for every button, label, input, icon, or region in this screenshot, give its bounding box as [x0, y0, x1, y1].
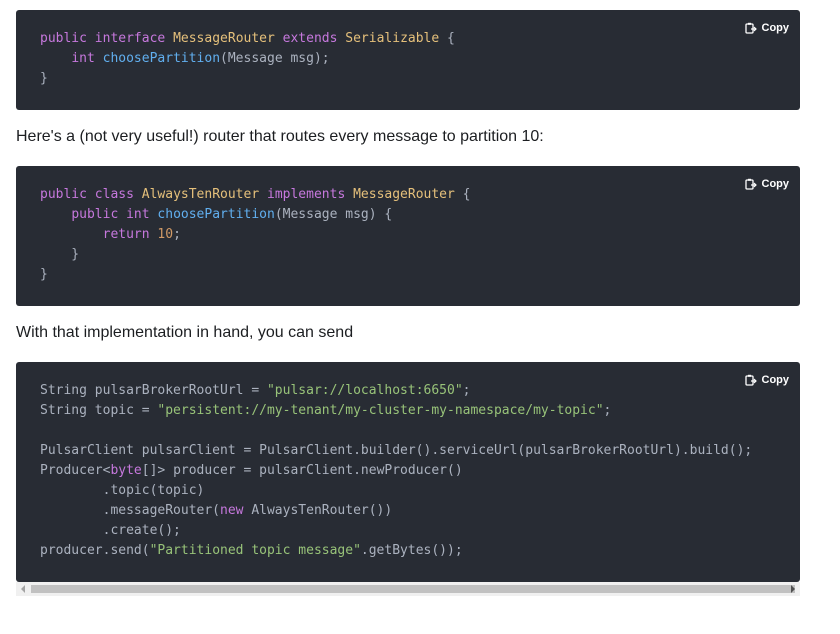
code-token: int	[126, 207, 158, 222]
code-token: }	[40, 71, 48, 86]
scroll-left-arrow-icon[interactable]	[16, 582, 30, 596]
code-token: }	[40, 267, 48, 282]
code-token: int	[71, 51, 103, 66]
code-token: "persistent://my-tenant/my-cluster-my-na…	[157, 403, 604, 418]
code-line: public int choosePartition(Message msg) …	[40, 207, 392, 222]
code-line: int choosePartition(Message msg);	[40, 51, 330, 66]
clipboard-copy-icon	[744, 22, 757, 34]
code-line: public interface MessageRouter extends S…	[40, 31, 455, 46]
code-token: Producer<	[40, 463, 111, 478]
code-token: String topic =	[40, 403, 158, 418]
code-token: (Message msg);	[220, 51, 330, 66]
code-token: }	[40, 247, 80, 262]
code-token: AlwaysTenRouter	[141, 187, 267, 202]
code-token: implements	[267, 187, 354, 202]
code-line: Producer<byte[]> producer = pulsarClient…	[40, 463, 463, 478]
code-token: .create();	[40, 523, 181, 538]
code-block-message-router-interface: Copy public interface MessageRouter exte…	[16, 10, 800, 110]
code-token: .messageRouter(	[40, 503, 221, 518]
code-token: []> producer = pulsarClient.newProducer(…	[141, 463, 463, 478]
code-token: class	[94, 187, 142, 202]
code-token: ;	[603, 403, 612, 418]
copy-button[interactable]: Copy	[744, 374, 790, 386]
code-token: choosePartition	[102, 51, 221, 66]
code-token: return	[102, 227, 158, 242]
code-token: public	[40, 187, 95, 202]
code-token: choosePartition	[157, 207, 275, 222]
code-line: .messageRouter(new AlwaysTenRouter())	[40, 503, 393, 518]
copy-label: Copy	[761, 374, 790, 386]
scroll-right-arrow-icon[interactable]	[786, 582, 800, 596]
code-token: .topic(topic)	[40, 483, 205, 498]
code-token: interface	[94, 31, 174, 46]
clipboard-copy-icon	[744, 374, 757, 386]
horizontal-scrollbar[interactable]	[16, 582, 800, 596]
code-content: String pulsarBrokerRootUrl = "pulsar://l…	[16, 362, 800, 561]
paragraph-router-intro: Here's a (not very useful!) router that …	[16, 128, 544, 145]
code-line: PulsarClient pulsarClient = PulsarClient…	[40, 443, 752, 458]
code-line: .topic(topic)	[40, 483, 205, 498]
copy-button[interactable]: Copy	[744, 22, 790, 34]
paragraph-send-intro: With that implementation in hand, you ca…	[16, 324, 354, 341]
code-token: MessageRouter	[353, 187, 463, 202]
code-token: MessageRouter	[173, 31, 283, 46]
code-line: producer.send("Partitioned topic message…	[40, 543, 463, 558]
code-token: {	[462, 187, 471, 202]
code-line: String pulsarBrokerRootUrl = "pulsar://l…	[40, 383, 470, 398]
copy-label: Copy	[761, 22, 790, 34]
clipboard-copy-icon	[744, 178, 757, 190]
code-token: PulsarClient pulsarClient = PulsarClient…	[40, 443, 753, 458]
code-line: return 10;	[40, 227, 181, 242]
code-token: producer.send(	[40, 543, 150, 558]
code-token: ;	[462, 383, 471, 398]
code-line: }	[40, 71, 48, 86]
code-token: ;	[173, 227, 181, 242]
code-token: {	[447, 31, 455, 46]
code-line: public class AlwaysTenRouter implements …	[40, 187, 471, 202]
code-token: (Message msg) {	[274, 207, 393, 222]
code-token: 10	[157, 227, 174, 242]
code-token: extends	[282, 31, 346, 46]
code-token: "Partitioned topic message"	[149, 543, 361, 558]
docs-page: Copy public interface MessageRouter exte…	[0, 0, 840, 634]
code-token: .getBytes());	[360, 543, 463, 558]
code-line: }	[40, 247, 79, 262]
code-token: public	[40, 31, 95, 46]
copy-label: Copy	[761, 178, 790, 190]
code-token: String pulsarBrokerRootUrl =	[40, 383, 267, 398]
code-block-producer-example: Copy String pulsarBrokerRootUrl = "pulsa…	[16, 362, 800, 582]
code-token: new	[220, 503, 252, 518]
code-line: .create();	[40, 523, 181, 538]
code-token: Serializable	[345, 31, 448, 46]
code-line: }	[40, 267, 48, 282]
code-token: AlwaysTenRouter())	[251, 503, 393, 518]
copy-button[interactable]: Copy	[744, 178, 790, 190]
code-token: "pulsar://localhost:6650"	[266, 383, 463, 398]
code-token: public	[71, 207, 127, 222]
code-token: byte	[110, 463, 142, 478]
code-content: public class AlwaysTenRouter implements …	[16, 166, 800, 285]
scrollbar-thumb[interactable]	[31, 585, 795, 593]
code-content: public interface MessageRouter extends S…	[16, 10, 800, 89]
code-block-always-ten-router: Copy public class AlwaysTenRouter implem…	[16, 166, 800, 306]
code-line: String topic = "persistent://my-tenant/m…	[40, 403, 611, 418]
